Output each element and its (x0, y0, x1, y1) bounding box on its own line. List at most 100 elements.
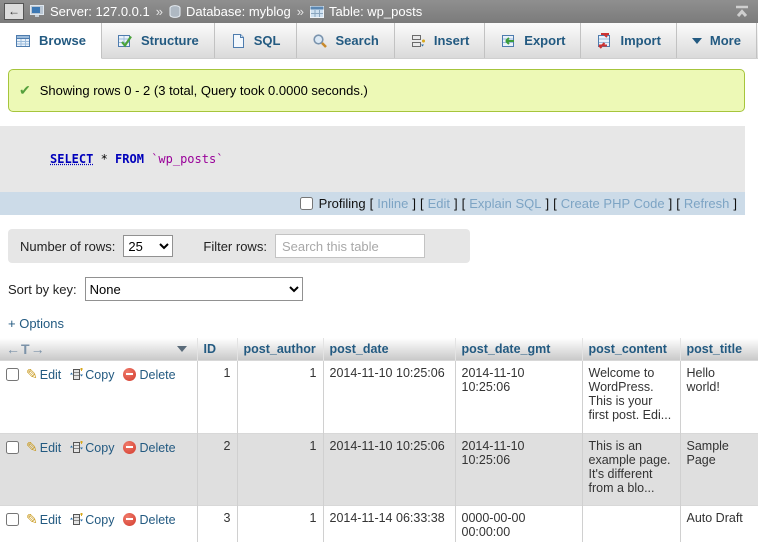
query-actions-bar: Profiling [ Inline ] [ Edit ] [ Explain … (0, 192, 745, 215)
number-of-rows-select[interactable]: 25 (123, 235, 173, 257)
header-post-author[interactable]: post_author (237, 338, 323, 360)
row-checkbox[interactable] (6, 368, 19, 381)
success-check-icon: ✔ (19, 82, 31, 99)
profiling-checkbox[interactable] (300, 197, 313, 210)
bracket: ] (733, 196, 737, 211)
table-row: ✎EditCopyDelete 3 1 2014-11-14 06:33:38 … (0, 505, 758, 542)
profiling-label: Profiling (319, 196, 366, 211)
row-actions-cell: ✎EditCopyDelete (0, 360, 197, 433)
tab-structure[interactable]: Structure (102, 23, 215, 58)
header-post-date-gmt[interactable]: post_date_gmt (455, 338, 582, 360)
bracket: [ (676, 196, 680, 211)
header-post-title[interactable]: post_title (680, 338, 758, 360)
edit-link[interactable]: Edit (40, 441, 62, 455)
tab-search[interactable]: Search (297, 23, 395, 58)
delete-icon (123, 368, 136, 381)
sql-icon (230, 33, 246, 49)
sort-by-key-select[interactable]: None (85, 277, 303, 301)
bracket: ] (669, 196, 673, 211)
rows-control-panel: Number of rows: 25 Filter rows: (8, 229, 470, 263)
table-row: ✎EditCopyDelete 2 1 2014-11-10 10:25:06 … (0, 433, 758, 505)
header-post-date[interactable]: post_date (323, 338, 455, 360)
sql-keyword-select: SELECT (50, 152, 93, 166)
tab-insert[interactable]: Insert (395, 23, 485, 58)
chevron-down-icon (692, 38, 702, 44)
bracket: [ (370, 196, 374, 211)
cell-post-date: 2014-11-14 06:33:38 (323, 505, 455, 542)
refresh-link[interactable]: Refresh (684, 196, 730, 211)
tab-more[interactable]: More (677, 23, 757, 58)
header-actions[interactable]: ←T→ (0, 338, 197, 360)
copy-icon (70, 441, 83, 454)
cell-post-title: Auto Draft (680, 505, 758, 542)
transpose-icon[interactable]: ←T→ (6, 341, 46, 357)
copy-icon (70, 368, 83, 381)
bracket: ] (412, 196, 416, 211)
breadcrumb: Database: myblog (169, 4, 291, 19)
breadcrumb-separator: » (156, 4, 163, 19)
delete-icon (123, 513, 136, 526)
row-checkbox[interactable] (6, 513, 19, 526)
breadcrumb-server[interactable]: Server: 127.0.0.1 (50, 4, 150, 19)
cell-post-content: This is an example page. It's different … (582, 433, 680, 505)
insert-icon (410, 33, 426, 49)
delete-link[interactable]: Delete (139, 513, 175, 527)
sql-star: * (93, 152, 115, 166)
bracket: [ (420, 196, 424, 211)
sort-control: Sort by key: None (8, 277, 758, 301)
filter-rows-input[interactable] (275, 234, 425, 258)
row-checkbox[interactable] (6, 441, 19, 454)
results-table: ←T→ ID post_author post_date post_date_g… (0, 338, 758, 542)
tab-bar: Browse Structure SQL Search I (0, 23, 758, 59)
delete-icon (123, 441, 136, 454)
inline-link[interactable]: Inline (377, 196, 408, 211)
cell-post-date-gmt: 2014-11-10 10:25:06 (455, 360, 582, 433)
edit-pencil-icon: ✎ (26, 439, 38, 455)
copy-link[interactable]: Copy (85, 513, 114, 527)
copy-link[interactable]: Copy (85, 368, 114, 382)
create-php-code-link[interactable]: Create PHP Code (561, 196, 665, 211)
import-icon (596, 33, 612, 49)
copy-icon (70, 513, 83, 526)
header-id[interactable]: ID (197, 338, 237, 360)
options-toggle[interactable]: + Options (8, 316, 64, 331)
sort-by-key-label: Sort by key: (8, 282, 77, 297)
delete-link[interactable]: Delete (139, 441, 175, 455)
tab-sql[interactable]: SQL (215, 23, 297, 58)
breadcrumb-database[interactable]: Database: myblog (186, 4, 291, 19)
tab-browse[interactable]: Browse (0, 23, 102, 59)
copy-link[interactable]: Copy (85, 441, 114, 455)
tab-export[interactable]: Export (485, 23, 581, 58)
cell-post-title: Sample Page (680, 433, 758, 505)
header-post-content[interactable]: post_content (582, 338, 680, 360)
tab-label: Browse (39, 33, 86, 48)
sql-keyword-from: FROM (115, 152, 144, 166)
sql-query-box: SELECT * FROM `wp_posts` (0, 126, 745, 192)
explain-sql-link[interactable]: Explain SQL (469, 196, 541, 211)
edit-link[interactable]: Edit (40, 513, 62, 527)
breadcrumb: Table: wp_posts (310, 4, 422, 19)
collapse-menu-icon[interactable] (734, 5, 750, 18)
server-breadcrumb-bar: ← Server: 127.0.0.1 » Database: myblog »… (0, 0, 758, 23)
table-row: ✎EditCopyDelete 1 1 2014-11-10 10:25:06 … (0, 360, 758, 433)
options-dropdown-icon[interactable] (177, 346, 187, 352)
breadcrumb: Server: 127.0.0.1 (30, 4, 150, 19)
structure-icon (117, 33, 133, 49)
cell-post-content (582, 505, 680, 542)
tab-label: Search (336, 33, 379, 48)
table-icon (310, 6, 324, 18)
back-button[interactable]: ← (4, 3, 24, 20)
cell-post-date: 2014-11-10 10:25:06 (323, 433, 455, 505)
edit-query-link[interactable]: Edit (428, 196, 450, 211)
tab-label: More (710, 33, 741, 48)
breadcrumb-table[interactable]: Table: wp_posts (329, 4, 422, 19)
cell-post-title: Hello world! (680, 360, 758, 433)
cell-id: 3 (197, 505, 237, 542)
row-actions-cell: ✎EditCopyDelete (0, 505, 197, 542)
cell-id: 2 (197, 433, 237, 505)
sql-table-name: `wp_posts` (151, 152, 223, 166)
tab-label: Import (620, 33, 660, 48)
tab-import[interactable]: Import (581, 23, 676, 58)
delete-link[interactable]: Delete (139, 368, 175, 382)
edit-link[interactable]: Edit (40, 368, 62, 382)
